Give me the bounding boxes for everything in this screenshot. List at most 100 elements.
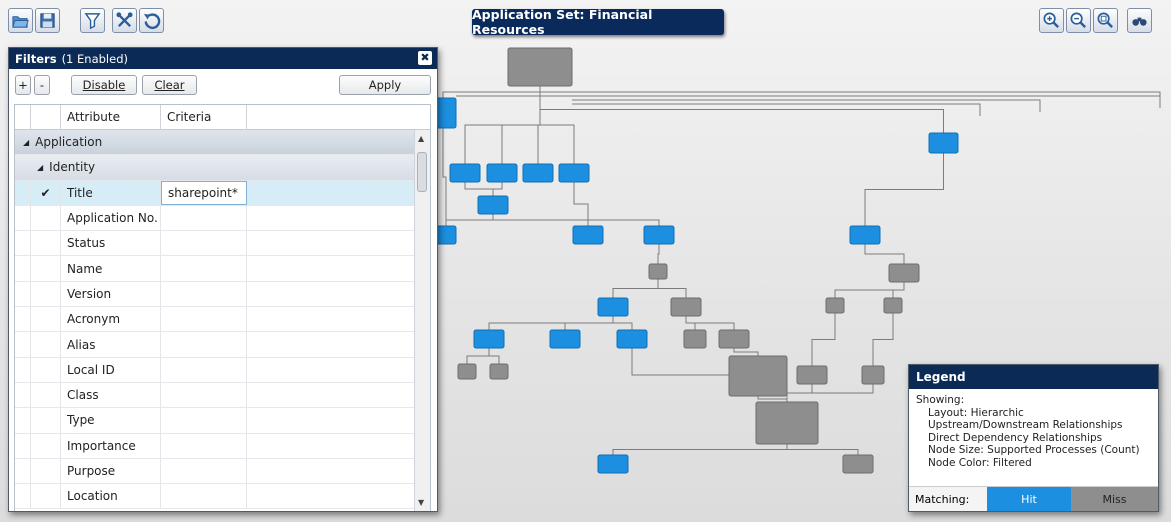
criteria-cell[interactable] [161,332,247,357]
application-node[interactable] [549,329,581,349]
row-check-icon [31,231,61,256]
filter-grid: Attribute Criteria ◢ Application ◢ Ident… [14,104,431,511]
application-node[interactable] [522,163,554,183]
application-node[interactable] [883,297,903,314]
attribute-cell: Purpose [61,458,161,484]
table-row[interactable]: Acronym [15,307,430,333]
row-filler [247,206,430,230]
attribute-cell: Location [61,484,161,509]
application-node[interactable] [457,363,477,380]
table-row[interactable]: Class [15,382,430,409]
disable-button[interactable]: Disable [71,75,137,95]
criteria-cell[interactable] [161,458,247,484]
criteria-cell[interactable] [161,281,247,307]
filter-button[interactable] [80,8,105,33]
application-node[interactable] [718,329,750,349]
row-check-icon [31,281,61,307]
application-node[interactable] [449,163,481,183]
column-criteria[interactable]: Criteria [161,105,247,129]
application-node[interactable] [473,329,505,349]
table-row[interactable]: Location [15,484,430,510]
tools-button[interactable] [112,8,137,33]
application-node[interactable] [572,225,604,245]
application-node[interactable] [489,363,509,380]
row-filler [247,307,430,331]
zoom-fit-icon [1097,12,1113,28]
legend-line-node-size: Node Size: Supported Processes (Count) [928,444,1140,457]
scroll-down-icon[interactable]: ▼ [418,498,424,507]
vertical-scrollbar[interactable]: ▲ ▼ [414,130,430,511]
row-indent [15,433,31,458]
row-indent [15,357,31,382]
scroll-up-icon[interactable]: ▲ [418,134,424,143]
save-button[interactable] [35,8,60,33]
group-row-application[interactable]: ◢ Application [15,130,430,156]
group-row-identity[interactable]: ◢ Identity [15,155,430,181]
application-node[interactable] [670,297,702,317]
criteria-cell[interactable] [161,484,247,509]
criteria-cell[interactable] [161,382,247,408]
filter-icon [84,13,101,30]
attribute-cell: Alias [61,332,161,357]
application-node[interactable] [796,365,828,385]
application-node[interactable] [597,454,629,474]
table-row[interactable]: Alias [15,332,430,358]
column-attribute[interactable]: Attribute [61,105,161,129]
application-node[interactable] [507,47,573,87]
application-node[interactable] [648,263,668,280]
application-node[interactable] [888,263,920,283]
application-node[interactable] [728,355,788,397]
criteria-cell[interactable] [161,231,247,256]
application-node[interactable] [928,132,959,154]
apply-button[interactable]: Apply [339,75,431,95]
open-button[interactable] [8,8,33,33]
table-row[interactable]: Status [15,231,430,257]
criteria-cell[interactable]: sharepoint* [161,180,247,205]
grid-header: Attribute Criteria [15,105,430,130]
application-node[interactable] [597,297,629,317]
table-row[interactable]: Application No. [15,205,430,232]
table-row[interactable]: Purpose [15,458,430,485]
criteria-cell[interactable] [161,307,247,332]
close-icon[interactable]: ✖ [418,51,432,65]
application-node[interactable] [755,401,819,445]
attribute-cell: Class [61,382,161,408]
criteria-cell[interactable] [161,256,247,281]
application-node[interactable] [643,225,675,245]
application-node[interactable] [861,365,885,385]
table-row[interactable]: Importance [15,433,430,459]
zoom-in-button[interactable] [1039,8,1064,33]
table-row[interactable]: Type [15,408,430,434]
legend-line-relationships: Upstream/Downstream Relationships [928,419,1123,432]
table-row[interactable]: Version [15,281,430,308]
table-row[interactable]: ✔ Title sharepoint* [15,180,430,206]
criteria-cell[interactable] [161,205,247,231]
undo-button[interactable] [139,8,164,33]
application-node[interactable] [616,329,648,349]
save-icon [40,13,55,28]
criteria-cell[interactable] [161,357,247,382]
dependency-edge [456,95,1161,108]
table-row[interactable]: Local ID [15,357,430,383]
zoom-fit-button[interactable] [1093,8,1118,33]
application-node[interactable] [825,297,845,314]
application-node[interactable] [842,454,874,474]
application-node[interactable] [435,225,457,245]
scroll-thumb[interactable] [417,152,427,192]
application-node[interactable] [849,225,881,245]
row-filler [247,256,430,280]
application-node[interactable] [683,329,707,349]
application-node[interactable] [486,163,518,183]
clear-button[interactable]: Clear [142,75,197,95]
criteria-cell[interactable] [161,433,247,458]
application-node[interactable] [558,163,590,183]
overview-button[interactable] [1127,8,1152,33]
add-filter-button[interactable]: + [15,75,31,95]
table-row[interactable]: Name [15,256,430,282]
zoom-out-button[interactable] [1066,8,1091,33]
binoculars-icon [1132,17,1147,26]
criteria-cell[interactable] [161,408,247,433]
remove-filter-button[interactable]: - [34,75,50,95]
application-node[interactable] [477,195,509,215]
legend-showing: Showing: [916,394,965,406]
